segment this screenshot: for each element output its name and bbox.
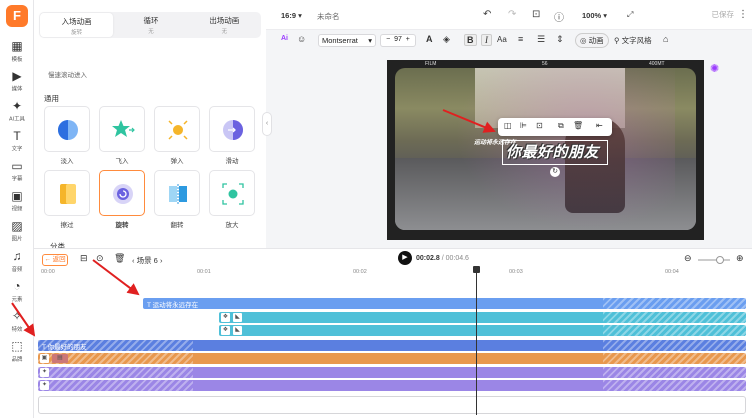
annotation-arrow xyxy=(442,109,496,133)
annotation-arrow xyxy=(92,259,140,296)
annotation-arrow xyxy=(11,302,36,337)
annotation-arrows xyxy=(11,109,496,337)
app-root: F ▦ 模板 ▶ 媒体 ✦ AI工具 T 文字 ▭ 字幕 ▣ 视频 ▨ 图片 ♫ 音频 ◔ 元素 … xyxy=(0,0,752,418)
